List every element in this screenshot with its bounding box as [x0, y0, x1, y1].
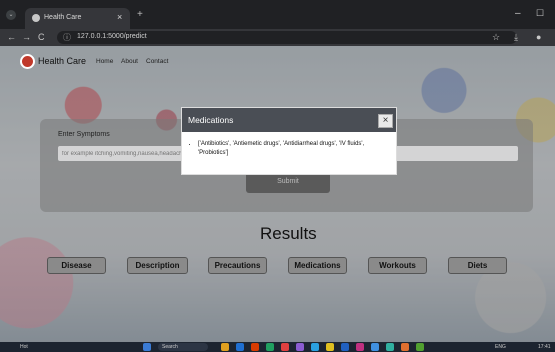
taskbar: Hot Search ENG 17:41 [0, 342, 555, 352]
app-icon[interactable] [311, 343, 319, 351]
edge-icon[interactable] [236, 343, 244, 351]
url-input[interactable]: ⓘ 127.0.0.1:5000/predict [57, 31, 517, 44]
minimize-button[interactable]: – [515, 8, 521, 19]
app-icon[interactable] [386, 343, 394, 351]
taskbar-search[interactable]: Search [158, 343, 208, 351]
favicon-icon [32, 14, 40, 22]
language-indicator[interactable]: ENG [495, 343, 506, 351]
app-icon[interactable] [281, 343, 289, 351]
tab-close-icon[interactable]: × [117, 12, 122, 22]
back-icon[interactable]: ← [7, 32, 16, 42]
nav-link-home[interactable]: Home [96, 58, 113, 65]
logo-icon [20, 54, 35, 69]
reload-icon[interactable]: C [38, 32, 45, 42]
downloads-icon[interactable]: ⤓ [514, 32, 518, 43]
app-icon[interactable] [371, 343, 379, 351]
medications-button[interactable]: Medications [288, 257, 347, 274]
browser-tab[interactable]: Health Care × [25, 8, 130, 29]
bookmark-star-icon[interactable]: ☆ [492, 32, 500, 43]
chrome-icon[interactable] [266, 343, 274, 351]
modal-close-button[interactable]: × [378, 114, 393, 128]
profile-icon[interactable]: ● [536, 32, 541, 42]
maximize-button[interactable]: ☐ [536, 8, 544, 19]
files-icon[interactable] [221, 343, 229, 351]
office-icon[interactable] [251, 343, 259, 351]
page-content: Health Care Home About Contact Enter Sym… [0, 46, 555, 342]
app-icon[interactable] [401, 343, 409, 351]
tab-title: Health Care [44, 14, 82, 21]
url-text: 127.0.0.1:5000/predict [77, 33, 147, 40]
app-icon[interactable] [341, 343, 349, 351]
app-icon[interactable] [416, 343, 424, 351]
site-info-icon[interactable]: ⓘ [63, 32, 71, 43]
app-icon[interactable] [356, 343, 364, 351]
clock[interactable]: 17:41 [538, 343, 551, 351]
start-icon[interactable] [143, 343, 151, 351]
modal-header: Medications × [182, 108, 396, 132]
brand-name[interactable]: Health Care [38, 56, 86, 66]
symptom-label: Enter Symptoms [58, 131, 110, 138]
description-button[interactable]: Description [127, 257, 188, 274]
app-icon[interactable] [326, 343, 334, 351]
weather-widget[interactable]: Hot [20, 343, 28, 351]
disease-button[interactable]: Disease [47, 257, 106, 274]
modal-title: Medications [188, 115, 234, 125]
tab-menu-icon[interactable]: ⌄ [6, 10, 16, 20]
diets-button[interactable]: Diets [448, 257, 507, 274]
workouts-button[interactable]: Workouts [368, 257, 427, 274]
medication-list-item: ['Antibiotics', 'Antiemetic drugs', 'Ant… [198, 140, 386, 158]
nav-link-about[interactable]: About [121, 58, 138, 65]
results-title: Results [260, 224, 317, 243]
medication-list: ['Antibiotics', 'Antiemetic drugs', 'Ant… [190, 140, 386, 158]
browser-tab-bar: ⌄ Health Care × + – ☐ [0, 0, 555, 29]
app-icon[interactable] [296, 343, 304, 351]
nav-link-contact[interactable]: Contact [146, 58, 168, 65]
forward-icon[interactable]: → [22, 32, 31, 42]
medications-modal: Medications × ['Antibiotics', 'Antiemeti… [181, 107, 397, 175]
precautions-button[interactable]: Precautions [208, 257, 267, 274]
new-tab-button[interactable]: + [137, 10, 143, 20]
address-bar: ← → C ⓘ 127.0.0.1:5000/predict ☆ ⤓ ● [0, 29, 555, 46]
